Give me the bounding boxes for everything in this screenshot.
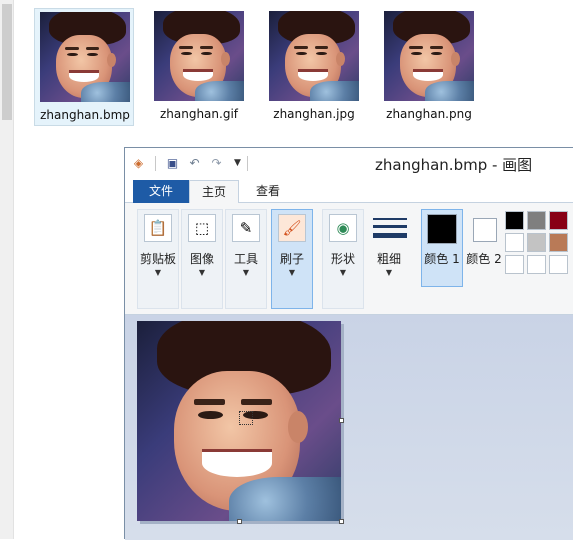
file-name: zhanghan.gif [159,107,239,121]
color1-swatch [427,214,457,244]
customize-dropdown-icon[interactable]: ▼ [230,156,245,171]
file-thumbnail [384,11,474,101]
ribbon: 📋 剪贴板 ▼ ⬚ 图像 ▼ ✎ 工具 ▼ 🖌 刷子 ▼ ◉ 形状 ▼ 粗细 ▼… [125,203,573,315]
tools-button[interactable]: ✎ 工具 ▼ [225,209,267,309]
file-name: zhanghan.png [386,107,472,121]
brushes-button[interactable]: 🖌 刷子 ▼ [271,209,313,309]
chevron-down-icon: ▼ [154,268,162,277]
shapes-button[interactable]: ◉ 形状 ▼ [322,209,364,309]
palette-color[interactable] [549,233,568,252]
canvas-image[interactable] [137,321,341,521]
resize-handle-corner[interactable] [339,519,344,524]
resize-handle-bottom[interactable] [237,519,242,524]
select-icon: ⬚ [188,214,216,242]
color2-label: 颜色 2 [466,252,502,266]
explorer-scrollbar[interactable] [0,0,14,539]
file-thumbnail [40,12,130,102]
file-item-jpg[interactable]: zhanghan.jpg [264,8,364,126]
image-button[interactable]: ⬚ 图像 ▼ [181,209,223,309]
color1-label: 颜色 1 [424,252,460,266]
chevron-down-icon: ▼ [242,268,250,277]
window-title: zhanghan.bmp - 画图 [375,156,533,174]
palette-color[interactable] [527,211,546,230]
redo-icon[interactable]: ↷ [209,156,224,171]
color1-button[interactable]: 颜色 1 [421,209,463,287]
selection-marquee [239,411,253,425]
qat-separator [247,156,248,171]
paint-window: ◈ ▣ ↶ ↷ ▼ zhanghan.bmp - 画图 文件 主页 查看 📋 剪… [124,147,573,540]
file-item-gif[interactable]: zhanghan.gif [149,8,249,126]
color2-swatch [473,218,497,242]
chevron-down-icon: ▼ [385,268,393,277]
undo-icon[interactable]: ↶ [187,156,202,171]
title-bar[interactable]: ◈ ▣ ↶ ↷ ▼ zhanghan.bmp - 画图 [125,148,573,178]
palette-color[interactable] [527,233,546,252]
ribbon-tabs: 文件 主页 查看 [125,178,573,204]
palette-color[interactable] [505,211,524,230]
palette-color[interactable] [549,211,568,230]
file-thumbnail [154,11,244,101]
color2-button[interactable]: 颜色 2 [465,209,503,287]
file-name: zhanghan.bmp [40,108,130,122]
resize-handle-right[interactable] [339,418,344,423]
chevron-down-icon: ▼ [198,268,206,277]
file-item-bmp[interactable]: zhanghan.bmp [34,8,134,126]
scrollbar-thumb[interactable] [2,4,12,120]
clipboard-label: 剪贴板 [139,252,176,266]
tools-icon: ✎ [232,214,260,242]
chevron-down-icon: ▼ [339,268,347,277]
tools-label: 工具 [233,252,258,266]
palette-color[interactable] [505,255,524,274]
canvas-area[interactable] [125,315,573,540]
tab-view[interactable]: 查看 [243,180,293,204]
palette-color[interactable] [505,233,524,252]
brush-icon: 🖌 [278,214,306,242]
shapes-icon: ◉ [329,214,357,242]
image-label: 图像 [189,252,214,266]
qat-separator [155,156,156,171]
clipboard-button[interactable]: 📋 剪贴板 ▼ [137,209,179,309]
size-button[interactable]: 粗细 ▼ [368,209,410,309]
palette-color[interactable] [549,255,568,274]
clipboard-icon: 📋 [144,214,172,242]
file-name: zhanghan.jpg [273,107,355,121]
brushes-label: 刷子 [279,252,304,266]
paint-app-icon[interactable]: ◈ [131,156,146,171]
file-thumbnail [269,11,359,101]
chevron-down-icon: ▼ [288,268,296,277]
palette-color[interactable] [527,255,546,274]
line-width-icon [373,216,407,242]
color-palette [505,209,573,283]
size-label: 粗细 [376,252,401,266]
save-icon[interactable]: ▣ [165,156,180,171]
shapes-label: 形状 [330,252,355,266]
file-item-png[interactable]: zhanghan.png [379,8,479,126]
tab-home[interactable]: 主页 [189,180,239,204]
tab-file[interactable]: 文件 [133,180,189,203]
